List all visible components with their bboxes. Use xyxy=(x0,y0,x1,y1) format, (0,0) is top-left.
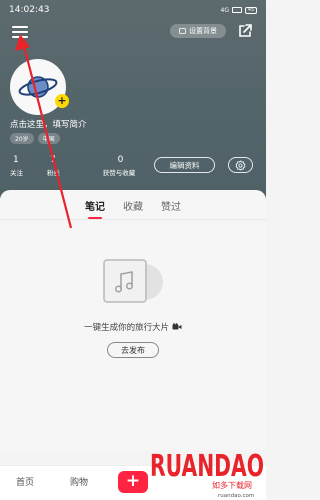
gear-icon xyxy=(235,159,246,171)
nav-home[interactable]: 首页 xyxy=(16,475,34,488)
likes-collections-stat[interactable]: 0 获赞与收藏 xyxy=(84,155,154,177)
battery-icon: 45 xyxy=(245,6,257,14)
likes-count: 0 xyxy=(117,155,124,165)
watermark-logo: RUANDAO 如多下载网 ruandao.com xyxy=(150,449,264,499)
following-stat[interactable]: 1 关注 xyxy=(10,155,47,177)
bio-text[interactable]: 点击这里，填写简介 xyxy=(10,118,87,130)
notes-content-panel: 笔记 收藏 赞过 一键生成你的旅行大片 去发布 xyxy=(0,190,266,450)
tab-notes[interactable]: 笔记 xyxy=(85,198,105,219)
signal-icon xyxy=(232,7,242,13)
followers-count: 7 xyxy=(50,155,56,165)
status-bar: 14:02:43 4G 45 xyxy=(0,0,266,20)
watermark-brand: RUANDAO xyxy=(150,449,264,484)
status-icons: 4G 45 xyxy=(220,6,257,14)
followers-label: 粉丝 xyxy=(47,169,60,177)
network-label: 4G xyxy=(220,6,229,14)
followers-stat[interactable]: 7 粉丝 xyxy=(47,155,84,177)
tab-collections[interactable]: 收藏 xyxy=(123,198,143,217)
publish-button[interactable]: 去发布 xyxy=(107,342,159,358)
watermark-url: ruandao.com xyxy=(218,493,254,499)
share-icon[interactable] xyxy=(237,23,253,39)
video-camera-icon xyxy=(172,323,182,330)
edit-profile-button[interactable]: 编辑资料 xyxy=(154,157,215,173)
tab-liked[interactable]: 赞过 xyxy=(161,198,181,217)
profile-tags: 20岁 中国 xyxy=(10,133,60,144)
empty-state-text: 一键生成你的旅行大片 xyxy=(0,321,266,333)
likes-label: 获赞与收藏 xyxy=(102,169,136,177)
region-tag: 中国 xyxy=(37,133,60,144)
settings-button[interactable] xyxy=(228,157,253,173)
status-time: 14:02:43 xyxy=(9,5,50,15)
set-background-label: 设置背景 xyxy=(189,27,217,35)
nav-shopping[interactable]: 购物 xyxy=(70,475,88,488)
create-post-button[interactable]: + xyxy=(118,471,148,493)
set-background-button[interactable]: 设置背景 xyxy=(170,24,226,38)
following-label: 关注 xyxy=(10,169,23,177)
watermark-sub: 如多下载网 xyxy=(212,480,252,490)
tabs-divider xyxy=(0,219,266,220)
profile-tabs: 笔记 收藏 赞过 xyxy=(0,198,266,219)
age-tag: 20岁 xyxy=(10,133,34,144)
empty-state-label: 一键生成你的旅行大片 xyxy=(84,323,170,333)
avatar-add-icon[interactable]: + xyxy=(55,94,69,108)
music-album-icon xyxy=(103,259,163,303)
menu-icon[interactable] xyxy=(12,26,28,38)
image-icon xyxy=(179,28,186,34)
following-count: 1 xyxy=(13,155,19,165)
profile-stats: 1 关注 7 粉丝 0 获赞与收藏 xyxy=(10,155,154,177)
